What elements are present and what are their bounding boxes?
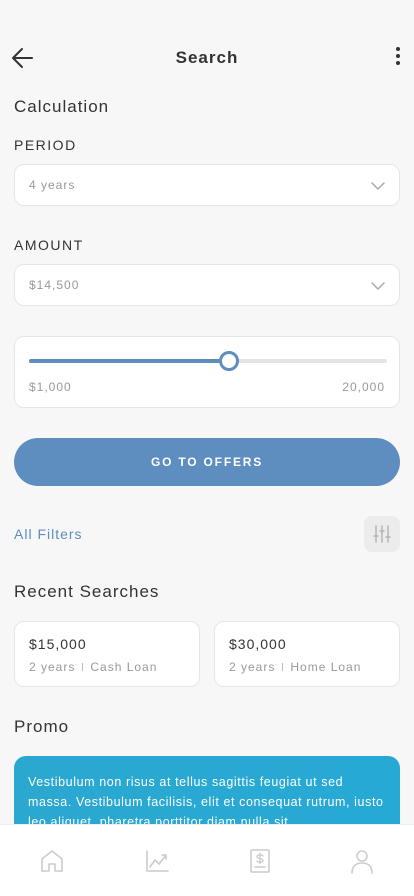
tab-profile[interactable] [348,847,376,875]
recent-meta: 2 years Home Loan [229,660,361,674]
recent-period: 2 years [229,660,276,674]
chevron-down-icon [371,282,385,290]
chart-icon [146,850,169,872]
tab-bills[interactable] [246,847,274,875]
all-filters-link[interactable]: All Filters [14,526,83,542]
period-value: 4 years [29,178,76,192]
recent-type: Home Loan [290,660,362,674]
promo-title: Promo [14,717,70,736]
period-label: PERIOD [14,137,77,153]
slider-thumb[interactable] [219,351,239,371]
amount-select[interactable]: $14,500 [14,264,400,306]
recent-searches-title: Recent Searches [14,582,160,601]
recent-type: Cash Loan [90,660,158,674]
amount-value: $14,500 [29,278,80,292]
amount-slider-card: $1,000 20,000 [14,336,400,408]
recent-search-card[interactable]: $30,000 2 years Home Loan [214,621,400,687]
more-vertical-icon [390,47,406,65]
recent-amount: $15,000 [29,636,87,652]
profile-icon [351,850,373,874]
recent-period: 2 years [29,660,76,674]
amount-label: AMOUNT [14,237,84,253]
sliders-icon [373,525,391,543]
slider-max-label: 20,000 [342,380,385,394]
header: Search [0,0,414,90]
more-button[interactable] [390,44,406,72]
slider-min-label: $1,000 [29,380,72,394]
receipt-icon [250,849,270,873]
calculation-title: Calculation [14,97,110,116]
page-title: Search [175,48,239,67]
recent-meta: 2 years Cash Loan [29,660,157,674]
slider-fill [29,359,229,363]
home-icon [41,850,63,872]
divider [82,663,84,671]
tab-home[interactable] [38,847,66,875]
divider [282,663,284,671]
go-to-offers-button[interactable]: GO TO OFFERS [14,438,400,486]
filter-button[interactable] [364,516,400,552]
tab-stats[interactable] [143,847,171,875]
chevron-down-icon [371,182,385,190]
recent-search-card[interactable]: $15,000 2 years Cash Loan [14,621,200,687]
amount-slider[interactable] [29,351,387,371]
period-select[interactable]: 4 years [14,164,400,206]
recent-amount: $30,000 [229,636,287,652]
tab-bar [0,824,414,896]
